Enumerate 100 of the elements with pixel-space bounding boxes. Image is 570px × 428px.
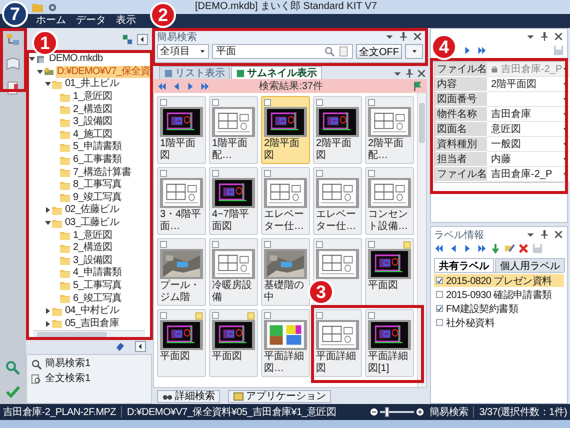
checkbox[interactable] — [212, 312, 219, 319]
close-icon[interactable] — [416, 68, 427, 79]
tree-item[interactable]: 2_構造図 — [72, 242, 114, 254]
label-row[interactable]: 2015-0820 プレゼン資料 — [434, 274, 564, 287]
checkbox[interactable] — [264, 99, 271, 106]
pin-icon[interactable] — [539, 229, 550, 240]
label-tab[interactable]: 共有ラベル — [434, 258, 494, 272]
tree-item[interactable]: 05_吉田倉庫 — [64, 318, 120, 330]
thumbnail-card[interactable]: エレベーター仕… — [313, 167, 362, 235]
tree-view-icon[interactable] — [5, 32, 21, 48]
tree-item[interactable]: 5_工事写真 — [72, 280, 123, 292]
last-icon[interactable] — [476, 44, 487, 56]
zoom-out-icon[interactable] — [370, 408, 378, 416]
panel-tab[interactable]: アプリケーション — [228, 390, 331, 402]
label-row[interactable]: FM建設契約書類 — [434, 302, 564, 315]
search-icon[interactable] — [31, 358, 42, 370]
label-row[interactable]: 社外秘資料 — [434, 316, 564, 329]
thumbnail-card[interactable]: 基礎階の中 — [261, 238, 310, 306]
field-select[interactable]: 全項目 — [157, 44, 209, 58]
tree-item[interactable]: D:¥DEMO¥V7_保全資 — [56, 66, 151, 78]
checkbox[interactable] — [212, 99, 219, 106]
thumbnail-card[interactable]: エレベーター仕… — [261, 167, 310, 235]
tree-item[interactable]: 6_工事書類 — [72, 154, 123, 166]
thumbnail-card[interactable]: コンセント設備… — [365, 167, 414, 235]
tree-item[interactable]: 02_佐藤ビル — [64, 204, 120, 216]
thumbnail-card[interactable]: 1階平面図 — [157, 96, 206, 164]
slider-thumb[interactable] — [385, 407, 390, 417]
checkbox[interactable] — [160, 241, 167, 248]
tree-item[interactable]: 3_設備図 — [72, 116, 114, 128]
tree-item[interactable]: 7_構造計算書 — [72, 166, 132, 179]
scrollbar[interactable] — [417, 93, 426, 387]
thumbnail-card[interactable]: 3・4階平面… — [157, 167, 206, 235]
property-value[interactable]: 意匠図 — [487, 122, 570, 137]
zoom-in-icon[interactable] — [416, 408, 424, 416]
checkbox[interactable] — [160, 99, 167, 106]
property-value[interactable]: 吉田倉庫-2_P — [487, 167, 570, 182]
checkbox[interactable] — [316, 99, 323, 106]
pin-icon[interactable] — [539, 31, 550, 42]
checkbox[interactable] — [264, 312, 271, 319]
tree-item[interactable]: 4_施工図 — [72, 128, 114, 141]
label-tab[interactable]: 個人用ラベル — [495, 258, 565, 272]
checkbox[interactable] — [316, 241, 323, 248]
thumbnail-card[interactable]: 1階平面配… — [209, 96, 258, 164]
expander-icon[interactable] — [37, 68, 43, 75]
delete-icon[interactable] — [518, 242, 529, 254]
checkbox[interactable] — [316, 170, 323, 177]
checkbox[interactable] — [368, 312, 375, 319]
thumbnail-card[interactable]: 2階平面図 — [313, 96, 362, 164]
search-field[interactable]: 平面 — [212, 44, 353, 58]
checkbox[interactable] — [436, 305, 443, 312]
fulltext-button[interactable]: 全文OFF — [356, 44, 402, 58]
tree-item[interactable]: 5_申請書類 — [72, 141, 123, 154]
property-value[interactable]: 一般図 — [487, 137, 570, 152]
label-row[interactable]: 2015-0930 確認申請書類 — [434, 288, 564, 301]
close-icon[interactable] — [553, 31, 564, 42]
close-icon[interactable] — [412, 31, 423, 42]
thumbnail-card[interactable]: 2階平面配… — [365, 96, 414, 164]
collapse-icon[interactable] — [137, 34, 148, 44]
tree-nodes-icon[interactable] — [122, 34, 133, 44]
thumbnail-card[interactable]: 2階平面図 — [261, 96, 310, 164]
last-icon[interactable] — [476, 242, 487, 254]
thumbnail-card[interactable]: 冷暖房設備 — [209, 238, 258, 306]
checkbox[interactable] — [436, 319, 443, 326]
view-tab[interactable]: サムネイル表示 — [231, 66, 322, 79]
property-value[interactable]: 2階平面図 — [487, 77, 570, 92]
tree-item[interactable]: 01_井上ビル — [64, 78, 120, 90]
pin-icon[interactable] — [404, 68, 415, 79]
collapse-icon[interactable] — [135, 340, 146, 352]
checkbox[interactable] — [212, 241, 219, 248]
saved-search[interactable]: 簡易検索1 — [45, 358, 91, 370]
thumbnail-card[interactable]: 平面図 — [365, 238, 414, 306]
checkbox[interactable] — [264, 170, 271, 177]
tree-item[interactable]: 1_意匠図 — [72, 230, 114, 242]
property-value[interactable]: 吉田倉庫 — [487, 107, 570, 122]
thumbnail-card[interactable]: 平面詳細図… — [261, 309, 310, 377]
thumbnail-card[interactable]: 平面詳細図 — [313, 309, 362, 377]
panel-tab[interactable]: 詳細検索 — [157, 390, 220, 402]
property-value[interactable]: 内藤 — [487, 152, 570, 167]
tree-item[interactable]: 04_中村ビル — [64, 305, 120, 318]
thumbnail-card[interactable]: 平面図 — [209, 309, 258, 377]
checkbox[interactable] — [316, 312, 323, 319]
thumbnail-card[interactable]: 4~7階平面図 — [209, 167, 258, 235]
options-button[interactable] — [405, 44, 423, 58]
tree-item[interactable]: 4_申請書類 — [72, 267, 123, 280]
tree-item[interactable]: 3_設備図 — [72, 254, 114, 267]
tree-item[interactable]: 8_工事写真 — [72, 179, 123, 192]
ribbon-tab[interactable]: 表示 — [112, 14, 140, 28]
checkbox[interactable] — [368, 99, 375, 106]
thumbnail-card[interactable]: 平面図 — [157, 309, 206, 377]
book-icon[interactable] — [5, 56, 21, 72]
tree-item[interactable]: 03_工藤ビル — [64, 217, 120, 230]
eraser-icon[interactable] — [114, 340, 125, 352]
checkbox[interactable] — [368, 241, 375, 248]
tree-item[interactable]: DEMO.mkdb — [48, 53, 104, 66]
checkbox[interactable] — [436, 291, 443, 298]
first-icon[interactable] — [434, 242, 445, 254]
checkbox[interactable] — [436, 277, 443, 284]
expander-icon[interactable] — [29, 56, 35, 62]
checkbox[interactable] — [264, 241, 271, 248]
edit-label-icon[interactable] — [504, 242, 515, 254]
